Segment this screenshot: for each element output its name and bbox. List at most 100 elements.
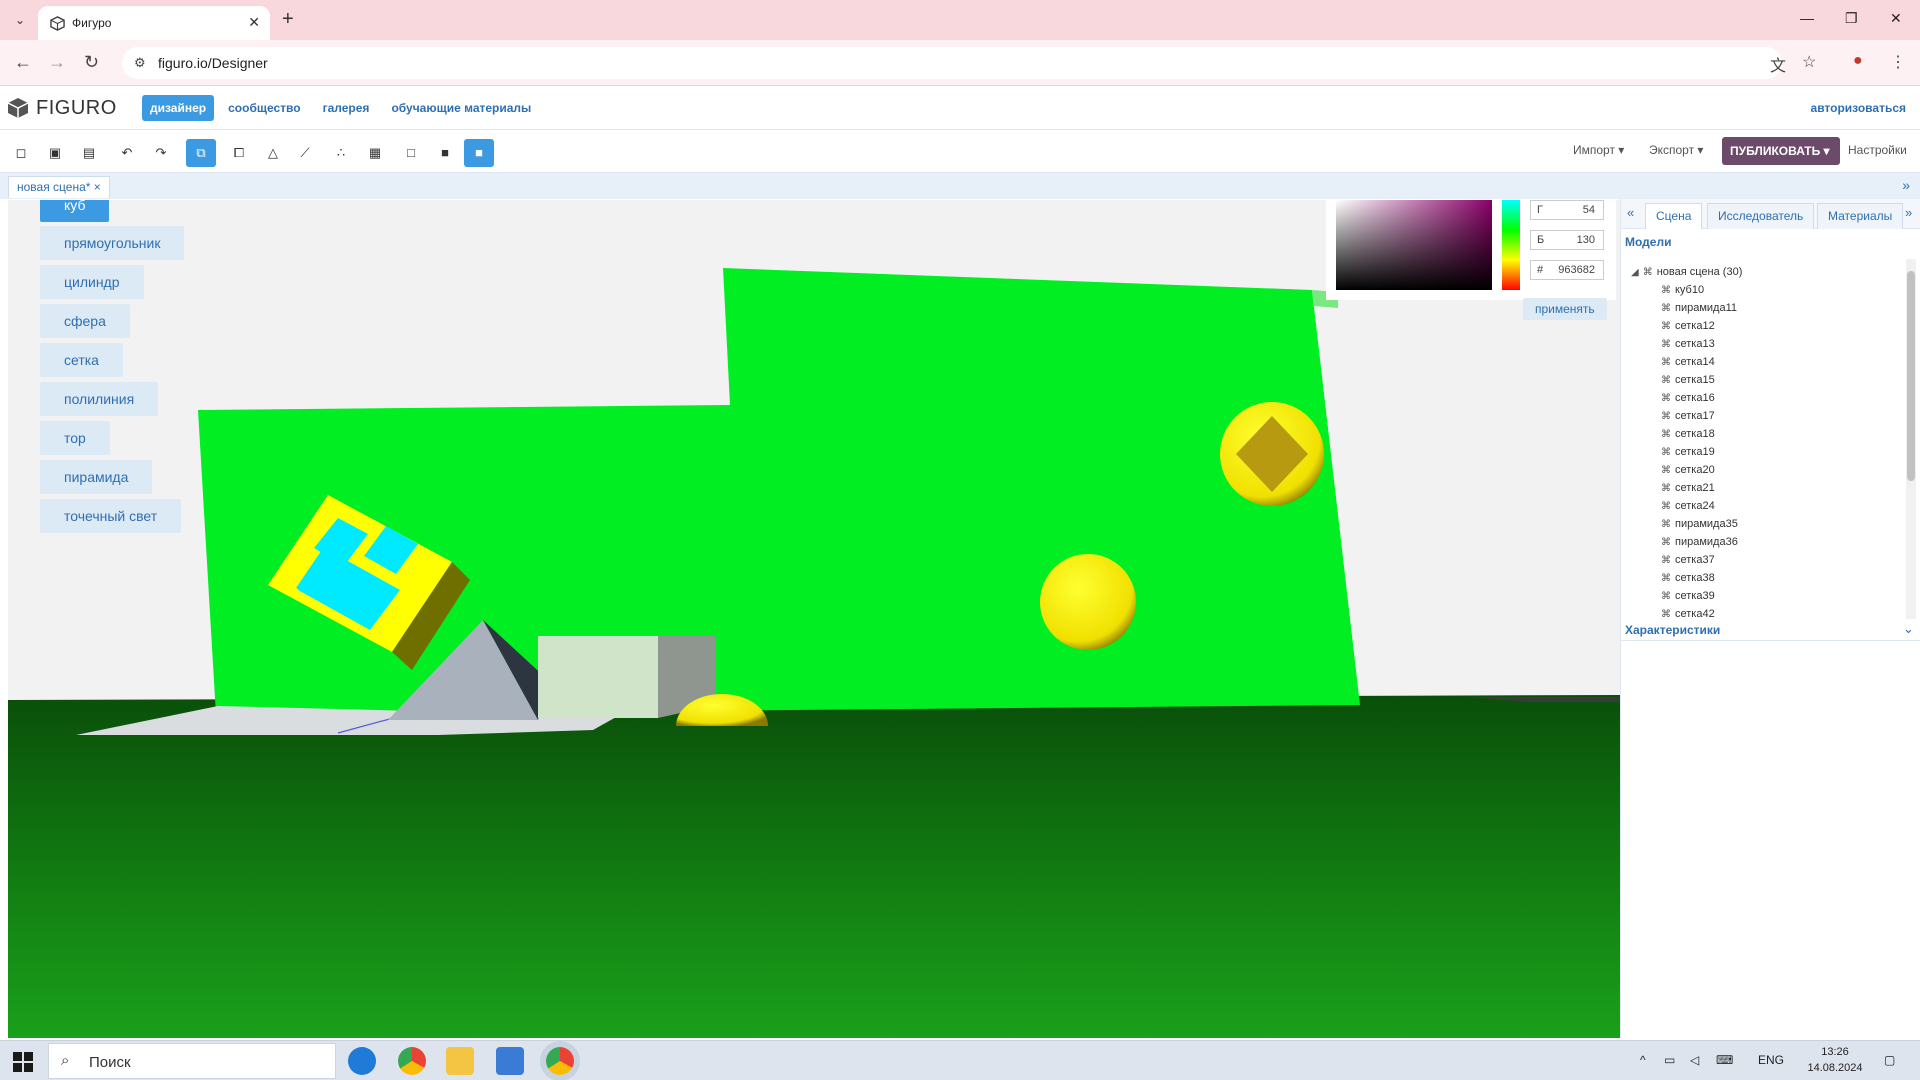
figuro-logo[interactable]: FIGURO [6,95,117,121]
tree-item[interactable]: ⌘ сетка19 [1631,443,1901,461]
shape-pyramid-button[interactable]: пирамида [40,460,153,494]
models-scrollbar[interactable] [1906,259,1916,619]
tree-item[interactable]: ⌘ сетка18 [1631,425,1901,443]
import-dropdown[interactable]: Импорт ▾ [1573,143,1624,157]
line-tool-icon[interactable]: ⟋ [290,139,320,167]
clock[interactable]: 13:26 14.08.2024 [1800,1044,1870,1076]
nav-gallery[interactable]: галерея [315,95,378,121]
tree-item[interactable]: ⌘ сетка20 [1631,461,1901,479]
profile-avatar-icon[interactable]: ● [1853,52,1863,70]
blue-value-field[interactable]: Б 130 [1530,230,1604,250]
chrome-app-icon[interactable] [398,1047,426,1075]
wireframe-view-icon[interactable]: □ [396,139,426,167]
shape-polyline-button[interactable]: полилиния [40,382,159,416]
tab-scene[interactable]: Сцена [1645,203,1703,229]
forward-icon[interactable]: → [48,52,66,73]
bookmark-star-icon[interactable]: ☆ [1802,52,1816,72]
nav-community[interactable]: сообщество [220,95,309,121]
shape-cube-button[interactable]: куб [40,200,110,222]
tree-item[interactable]: ⌘ сетка15 [1631,371,1901,389]
back-icon[interactable]: ← [14,52,32,73]
minimize-icon[interactable]: — [1800,10,1814,26]
translate-icon[interactable]: 文 [1770,52,1786,76]
points-tool-icon[interactable]: ∴ [326,139,356,167]
menu-kebab-icon[interactable]: ⋮ [1890,52,1906,72]
tree-item[interactable]: ⌘ пирамида35 [1631,515,1901,533]
nav-designer[interactable]: дизайнер [142,95,215,121]
shape-grid-button[interactable]: сетка [40,343,123,377]
notifications-icon[interactable]: ▢ [1884,1053,1895,1067]
shape-torus-button[interactable]: тор [40,421,110,455]
export-dropdown[interactable]: Экспорт ▾ [1649,143,1703,157]
apply-color-button[interactable]: применять [1523,298,1607,320]
tray-overflow-icon[interactable]: ^ [1640,1053,1646,1067]
close-tab-icon[interactable]: ✕ [248,14,260,31]
app-icon[interactable] [496,1047,524,1075]
nav-tutorials[interactable]: обучающие материалы [383,95,539,121]
characteristics-header[interactable]: Характеристики ⌄ [1621,619,1920,641]
site-settings-icon[interactable]: ⚙ [134,55,146,71]
tree-item[interactable]: ⌘ пирамида11 [1631,299,1901,317]
tree-item[interactable]: ⌘ сетка21 [1631,479,1901,497]
keyboard-icon[interactable]: ⌨ [1716,1053,1733,1067]
chrome-active-app-icon[interactable] [546,1047,574,1075]
tab-materials[interactable]: Материалы [1817,203,1904,229]
collapse-triangle-icon[interactable]: ◢ [1631,267,1639,278]
chevron-down-icon[interactable]: ⌄ [1903,621,1914,637]
windows-start-icon[interactable] [12,1051,34,1073]
expand-panel-icon[interactable]: » [1902,177,1910,193]
solid-view-icon[interactable]: ■ [430,139,460,167]
network-icon[interactable]: ▭ [1664,1053,1675,1067]
publish-button[interactable]: ПУБЛИКОВАТЬ ▾ [1722,137,1840,165]
restore-icon[interactable]: ❐ [1845,10,1858,27]
shape-point-light-button[interactable]: точечный свет [40,499,182,533]
tree-root[interactable]: ◢ ⌘ новая сцена (30) [1631,263,1901,281]
scene-tab[interactable]: новая сцена* × [8,176,110,198]
new-scene-icon[interactable]: ◻ [6,139,36,167]
tab-search-button[interactable]: ⌄ [10,10,30,30]
tree-item[interactable]: ⌘ сетка38 [1631,569,1901,587]
redo-icon[interactable]: ↷ [146,139,176,167]
shape-cylinder-button[interactable]: цилиндр [40,265,144,299]
close-window-icon[interactable]: ✕ [1890,10,1902,27]
hex-value-field[interactable]: # 963682 [1530,260,1604,280]
volume-icon[interactable]: ◁ [1690,1053,1699,1067]
select-tool-icon[interactable]: ⧉ [186,139,216,167]
file-explorer-icon[interactable] [446,1047,474,1075]
shape-rectangle-button[interactable]: прямоугольник [40,226,185,260]
new-tab-button[interactable]: + [282,8,294,31]
shape-sphere-button[interactable]: сфера [40,304,130,338]
tree-item[interactable]: ⌘ сетка17 [1631,407,1901,425]
3d-viewport[interactable]: куб прямоугольник цилиндр сфера сетка по… [8,200,1620,1038]
tree-item[interactable]: ⌘ сетка39 [1631,587,1901,605]
tree-item[interactable]: ⌘ пирамида36 [1631,533,1901,551]
triangle-tool-icon[interactable]: △ [258,139,288,167]
scrollbar-thumb[interactable] [1907,271,1915,481]
tree-item[interactable]: ⌘ сетка12 [1631,317,1901,335]
tree-item[interactable]: ⌘ сетка42 [1631,605,1901,619]
color-hue-slider[interactable] [1502,200,1520,290]
reload-icon[interactable]: ↻ [84,52,99,73]
tabs-scroll-left-icon[interactable]: « [1627,205,1634,220]
shaded-view-icon[interactable]: ■ [464,139,494,167]
color-saturation-square[interactable] [1336,200,1492,290]
tabs-scroll-right-icon[interactable]: » [1905,205,1912,220]
green-value-field[interactable]: Г 54 [1530,200,1604,220]
url-input[interactable]: ⚙ figuro.io/Designer [122,47,1782,79]
browser-tab[interactable]: Фигуро ✕ [38,6,270,40]
close-scene-tab-icon[interactable]: × [94,180,101,194]
settings-link[interactable]: Настройки [1848,143,1907,157]
tree-item[interactable]: ⌘ куб10 [1631,281,1901,299]
texture-tool-icon[interactable]: ▦ [360,139,390,167]
copy-icon[interactable]: ⧠ [224,139,254,167]
undo-icon[interactable]: ↶ [112,139,142,167]
tree-item[interactable]: ⌘ сетка37 [1631,551,1901,569]
login-link[interactable]: авторизоваться [1811,101,1906,115]
tree-item[interactable]: ⌘ сетка16 [1631,389,1901,407]
language-indicator[interactable]: ENG [1758,1053,1784,1067]
tab-explorer[interactable]: Исследователь [1707,203,1815,229]
tree-item[interactable]: ⌘ сетка13 [1631,335,1901,353]
tree-item[interactable]: ⌘ сетка24 [1631,497,1901,515]
scene-render[interactable] [8,200,1620,1038]
save-as-icon[interactable]: ▤ [74,139,104,167]
